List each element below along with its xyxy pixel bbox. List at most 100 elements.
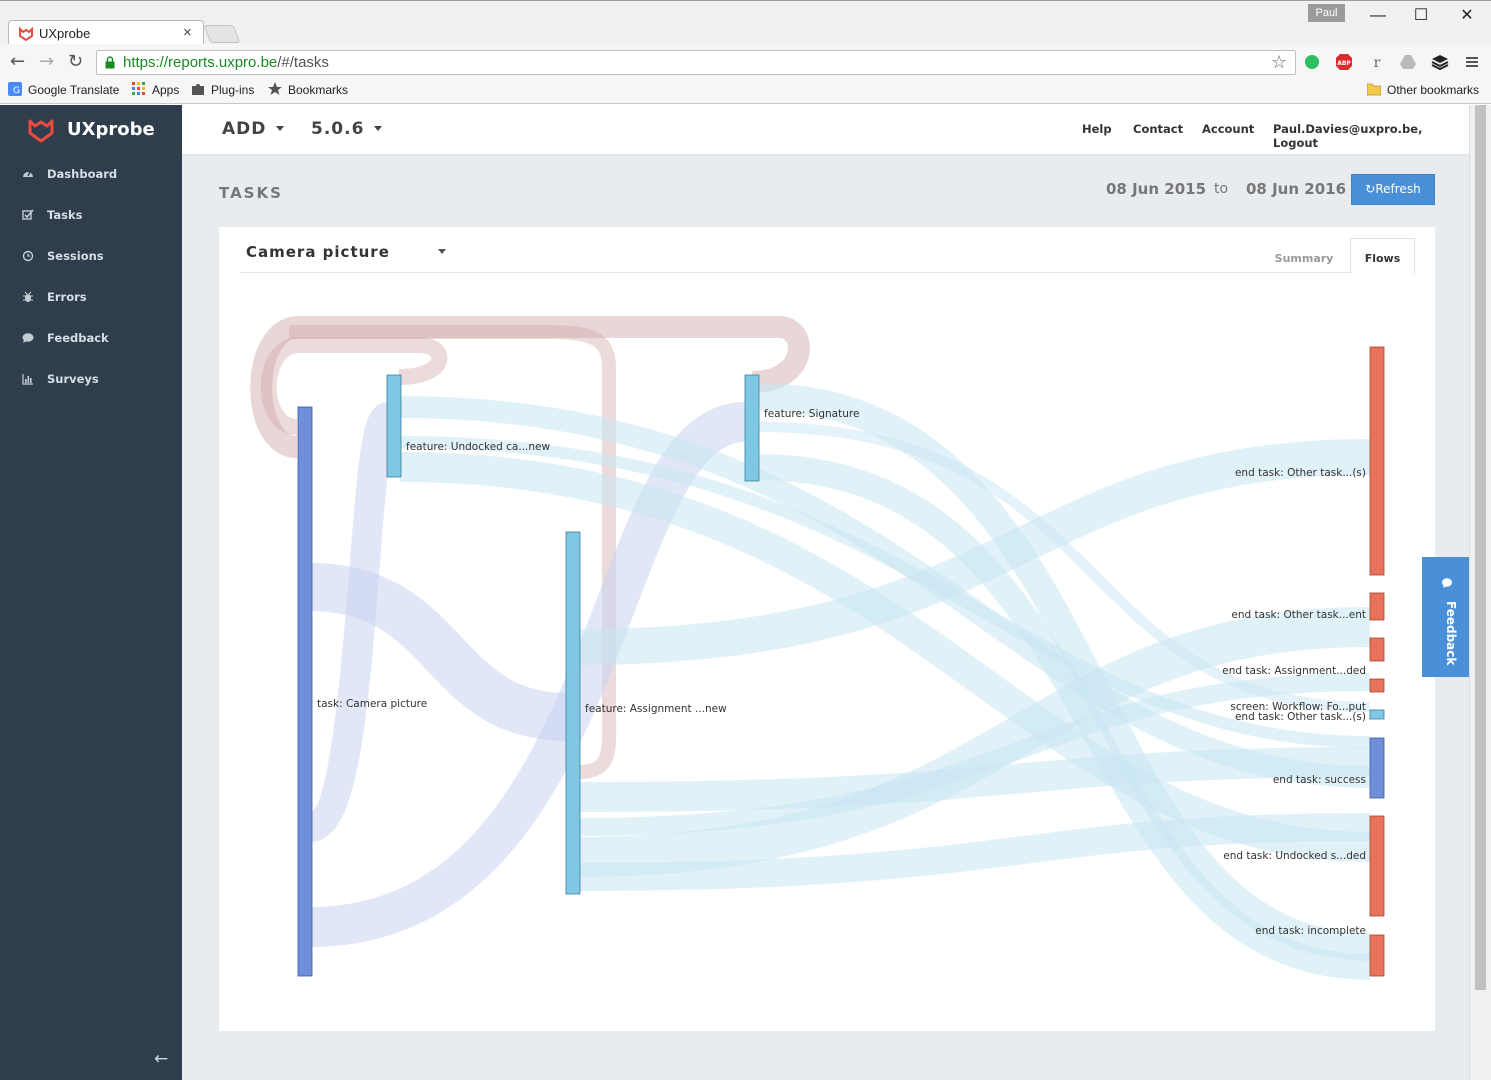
node-end-other-ent[interactable] [1369, 592, 1385, 621]
refresh-button[interactable]: ↻Refresh [1351, 174, 1435, 205]
bookmark-label: Apps [152, 83, 180, 97]
other-bookmarks[interactable]: Other bookmarks [1367, 82, 1479, 97]
node-label: feature: Signature [764, 408, 859, 420]
node-label: task: Camera picture [317, 698, 427, 710]
node-label: feature: Undocked ca...new [406, 441, 550, 453]
url-path: /#/tasks [277, 54, 329, 71]
node-label: end task: Other task...(s) [1235, 467, 1366, 479]
browser-tab[interactable]: UXprobe × [8, 20, 204, 46]
node-end-incomplete[interactable] [1369, 934, 1385, 977]
url-text: https://reports.uxpro.be/#/tasks [123, 54, 329, 71]
project-name: ADD [222, 119, 267, 139]
node-feature-assignment[interactable] [565, 531, 581, 895]
surveys-icon [22, 374, 33, 385]
contact-link[interactable]: Contact [1133, 122, 1183, 136]
svg-text:ABP: ABP [1337, 60, 1351, 67]
bookmark-google-translate[interactable]: G Google Translate [8, 82, 119, 97]
browser-titlebar: UXprobe × Paul — ☐ ✕ [0, 0, 1491, 46]
sidebar-item-label: Feedback [47, 331, 109, 345]
node-end-success[interactable] [1369, 737, 1385, 799]
bookmark-apps[interactable]: Apps [132, 82, 179, 97]
sidebar-item-label: Dashboard [47, 167, 118, 181]
project-select[interactable]: ADD [222, 119, 285, 139]
readability-icon[interactable]: r [1368, 53, 1386, 71]
node-end-other-s[interactable] [1369, 346, 1385, 576]
sidebar-item-feedback[interactable]: Feedback [0, 319, 182, 359]
node-label: end task: Assignment...ded [1222, 665, 1366, 677]
errors-icon [23, 291, 33, 302]
sidebar-item-sessions[interactable]: Sessions [0, 237, 182, 277]
chat-bubble-icon [1442, 578, 1452, 588]
node-end-assignment-ded[interactable] [1369, 637, 1385, 662]
sidebar-item-tasks[interactable]: Tasks [0, 196, 182, 236]
url-host: https://reports.uxpro.be [123, 54, 278, 71]
profile-badge[interactable]: Paul [1308, 4, 1345, 22]
reload-button[interactable]: ↻ [68, 53, 83, 71]
folder-icon [1367, 83, 1381, 96]
chevron-down-icon [276, 126, 285, 131]
collapse-sidebar-icon[interactable]: ← [154, 1049, 168, 1069]
node-label: end task: incomplete [1255, 925, 1366, 937]
maximize-button[interactable]: ☐ [1406, 7, 1436, 25]
refresh-icon: ↻ [1365, 182, 1376, 196]
adblock-icon[interactable]: ABP [1335, 53, 1353, 71]
node-label: end task: Undocked s...ded [1223, 850, 1366, 862]
node-task-camera-picture[interactable] [297, 406, 313, 977]
sidebar-item-errors[interactable]: Errors [0, 278, 182, 318]
refresh-label: Refresh [1375, 182, 1421, 196]
buffer-icon[interactable] [1431, 53, 1449, 71]
new-tab-button[interactable] [203, 25, 241, 43]
bookmark-bookmarks[interactable]: Bookmarks [268, 82, 348, 97]
sidebar-item-label: Errors [47, 290, 87, 304]
tab-title: UXprobe [39, 26, 91, 41]
page-scrollbar[interactable] [1469, 105, 1491, 1080]
feedback-tab-label: Feedback [1444, 601, 1458, 666]
tasks-icon [22, 209, 34, 220]
date-range-separator: to [1214, 181, 1229, 197]
dashboard-icon [23, 171, 33, 177]
address-bar[interactable]: https://reports.uxpro.be/#/tasks ☆ [96, 50, 1296, 75]
node-label: feature: Assignment ...new [585, 703, 727, 715]
account-link[interactable]: Account [1202, 122, 1254, 136]
version-select[interactable]: 5.0.6 [311, 119, 383, 139]
translate-icon: G [8, 82, 22, 96]
tab-close-icon[interactable]: × [183, 24, 192, 41]
node-label: end task: Other task...ent [1231, 609, 1366, 621]
bookmark-star-icon[interactable]: ☆ [1271, 52, 1287, 73]
sidebar-item-surveys[interactable]: Surveys [0, 360, 182, 400]
bookmark-label: Google Translate [28, 83, 120, 97]
node-feature-undocked[interactable] [386, 374, 402, 478]
node-end-undocked[interactable] [1369, 815, 1385, 917]
chrome-menu-icon[interactable] [1463, 53, 1481, 71]
evernote-icon[interactable] [1303, 53, 1321, 71]
node-end-small[interactable] [1369, 678, 1385, 693]
lock-icon [105, 56, 115, 69]
help-link[interactable]: Help [1082, 122, 1112, 136]
date-from-picker[interactable]: 08 Jun 2015 [1106, 180, 1206, 198]
uxprobe-logo-icon [28, 119, 54, 143]
svg-text:G: G [13, 86, 20, 96]
bookmarks-bar: G Google Translate Apps Plug-ins Bookmark… [0, 79, 1491, 104]
minimize-button[interactable]: — [1363, 7, 1393, 25]
forward-button[interactable]: → [39, 53, 54, 71]
feedback-side-tab[interactable]: Feedback [1422, 557, 1472, 677]
other-bookmarks-label: Other bookmarks [1387, 83, 1480, 97]
sidebar: UXprobe Dashboard Tasks Sessions Errors … [0, 105, 182, 1080]
scrollbar-thumb[interactable] [1475, 105, 1486, 990]
top-navbar: ADD 5.0.6 Help Contact Account Paul.Davi… [182, 105, 1469, 155]
star-icon [268, 82, 282, 95]
sidebar-item-label: Tasks [47, 208, 83, 222]
close-window-button[interactable]: ✕ [1452, 7, 1482, 25]
node-screen-workflow[interactable] [1369, 709, 1385, 720]
svg-text:r: r [1374, 55, 1381, 71]
feedback-icon [22, 333, 34, 343]
sidebar-item-dashboard[interactable]: Dashboard [0, 155, 182, 195]
drive-icon[interactable] [1399, 53, 1417, 71]
node-label: end task: success [1273, 774, 1366, 786]
bookmark-plugins[interactable]: Plug-ins [191, 82, 254, 97]
date-to-picker[interactable]: 08 Jun 2016 [1246, 180, 1346, 198]
node-feature-signature[interactable] [744, 374, 760, 482]
version-name: 5.0.6 [311, 119, 365, 139]
user-logout-link[interactable]: Paul.Davies@uxpro.be, Logout [1273, 122, 1469, 150]
back-button[interactable]: ← [10, 53, 25, 71]
